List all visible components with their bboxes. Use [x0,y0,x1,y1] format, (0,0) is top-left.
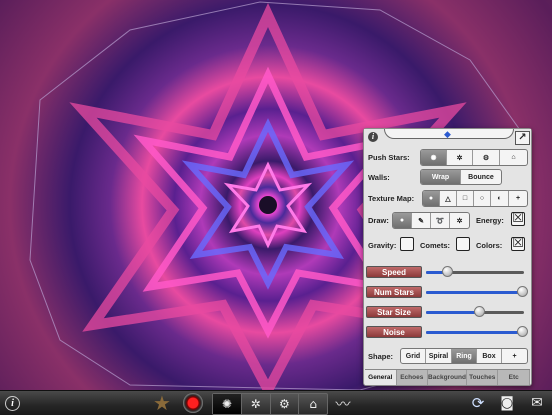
num-stars-slider-knob[interactable] [516,286,528,297]
walls-wrap-option[interactable]: Wrap [421,170,461,184]
draw-row: Draw: ● ✎ ➰ ✲ Energy: ☒ [364,212,531,232]
texture-add-option[interactable]: + [509,191,527,206]
tab-etc[interactable]: Etc [498,370,530,385]
comets-label: Comets: [420,241,451,250]
speed-button[interactable]: Speed [366,266,422,278]
shape-grid-option[interactable]: Grid [401,349,426,363]
record-icon[interactable] [183,393,203,413]
center-core [259,196,277,214]
tab-general[interactable]: General [365,370,397,385]
noise-button[interactable]: Noise [366,326,422,338]
sync-icon[interactable]: ⟳ [468,393,488,413]
star-size-slider[interactable] [426,306,524,317]
tab-echoes[interactable]: Echoes [397,370,429,385]
push-stars-home-option[interactable]: ⌂ [500,150,527,165]
bottom-toolbar: i ★ ✺ ✲ ⚙ ⌂ 〰 ⟳ ◙ ✉ [0,390,552,415]
texture-map-segmented: ● △ □ ○ ◐ + [422,190,528,207]
shape-box-option[interactable]: Box [477,349,502,363]
tab-touches[interactable]: Touches [467,370,499,385]
noise-slider[interactable] [426,326,528,337]
share-icon[interactable]: ✉ [527,393,547,413]
speed-slider[interactable] [426,266,524,277]
texture-image-option[interactable]: ◐ [491,191,509,206]
noise-slider-fill [426,331,523,334]
shape-label: Shape: [368,352,394,361]
toolbar-home-icon[interactable]: ⌂ [299,394,327,414]
panel-tabs: General Echoes Background Touches Etc [365,369,530,385]
tab-background[interactable]: Background [428,370,467,385]
toggles-row: Gravity: Comets: Colors: ☒ [364,237,531,257]
walls-row: Walls: Wrap Bounce [364,169,531,189]
draw-label: Draw: [368,216,389,225]
toolbar-starburst-icon[interactable]: ✺ [213,394,242,414]
num-stars-slider-fill [426,291,523,294]
num-stars-button[interactable]: Num Stars [366,286,422,298]
draw-dot-option[interactable]: ● [393,213,412,228]
draw-pen-option[interactable]: ✎ [412,213,431,228]
draw-segmented: ● ✎ ➰ ✲ [392,212,470,229]
panel-header: i ◆ ↗ [364,129,531,145]
gravity-label: Gravity: [368,241,397,250]
push-mode-toolbar-group: ✺ ✲ ⚙ ⌂ [212,393,328,415]
shape-row: Shape: Grid Spiral Ring Box + [364,348,531,368]
walls-bounce-option[interactable]: Bounce [461,170,501,184]
noise-slider-knob[interactable] [516,326,528,337]
draw-loop-option[interactable]: ➰ [431,213,450,228]
star-size-button[interactable]: Star Size [366,306,422,318]
shape-ring-option[interactable]: Ring [452,349,477,363]
colors-label: Colors: [476,241,503,250]
push-stars-gear-option[interactable]: ⚙ [473,150,500,165]
comets-checkbox[interactable] [456,237,470,251]
toolbar-info-icon[interactable]: i [5,396,20,411]
toolbar-gear-icon[interactable]: ⚙ [271,394,300,414]
energy-checkbox[interactable]: ☒ [511,212,525,226]
speed-slider-knob[interactable] [442,266,454,277]
walls-label: Walls: [368,173,390,182]
push-stars-row: Push Stars: ✺ ✲ ⚙ ⌂ [364,149,531,169]
waveform-icon[interactable]: 〰 [331,393,355,413]
info-icon[interactable]: i [368,132,378,142]
camera-icon[interactable]: ◙ [497,393,517,413]
texture-square-option[interactable]: □ [457,191,474,206]
energy-label: Energy: [476,216,504,225]
texture-circle-option[interactable]: ○ [474,191,491,206]
star-size-slider-fill [426,311,480,314]
texture-map-label: Texture Map: [368,194,415,203]
push-stars-starburst-option[interactable]: ✺ [421,150,447,165]
settings-panel: i ◆ ↗ Push Stars: ✺ ✲ ⚙ ⌂ Walls: Wrap Bo… [363,128,532,386]
num-stars-slider[interactable] [426,286,528,297]
push-stars-segmented: ✺ ✲ ⚙ ⌂ [420,149,528,166]
push-stars-label: Push Stars: [368,153,410,162]
star-size-slider-knob[interactable] [474,306,486,317]
draw-scatter-option[interactable]: ✲ [450,213,469,228]
panel-top-slider-thumb[interactable]: ◆ [444,130,451,143]
texture-triangle-option[interactable]: △ [440,191,457,206]
shape-add-option[interactable]: + [502,349,527,363]
favorites-star-icon[interactable]: ★ [150,391,174,415]
toolbar-scatter-icon[interactable]: ✲ [242,394,271,414]
texture-map-row: Texture Map: ● △ □ ○ ◐ + [364,190,531,210]
colors-checkbox[interactable]: ☒ [511,237,525,251]
walls-segmented: Wrap Bounce [420,169,502,185]
push-stars-scatter-option[interactable]: ✲ [447,150,473,165]
shape-spiral-option[interactable]: Spiral [426,349,452,363]
shape-segmented: Grid Spiral Ring Box + [400,348,528,364]
gravity-checkbox[interactable] [400,237,414,251]
expand-arrow-icon[interactable]: ↗ [515,131,530,145]
texture-dot-option[interactable]: ● [423,191,440,206]
